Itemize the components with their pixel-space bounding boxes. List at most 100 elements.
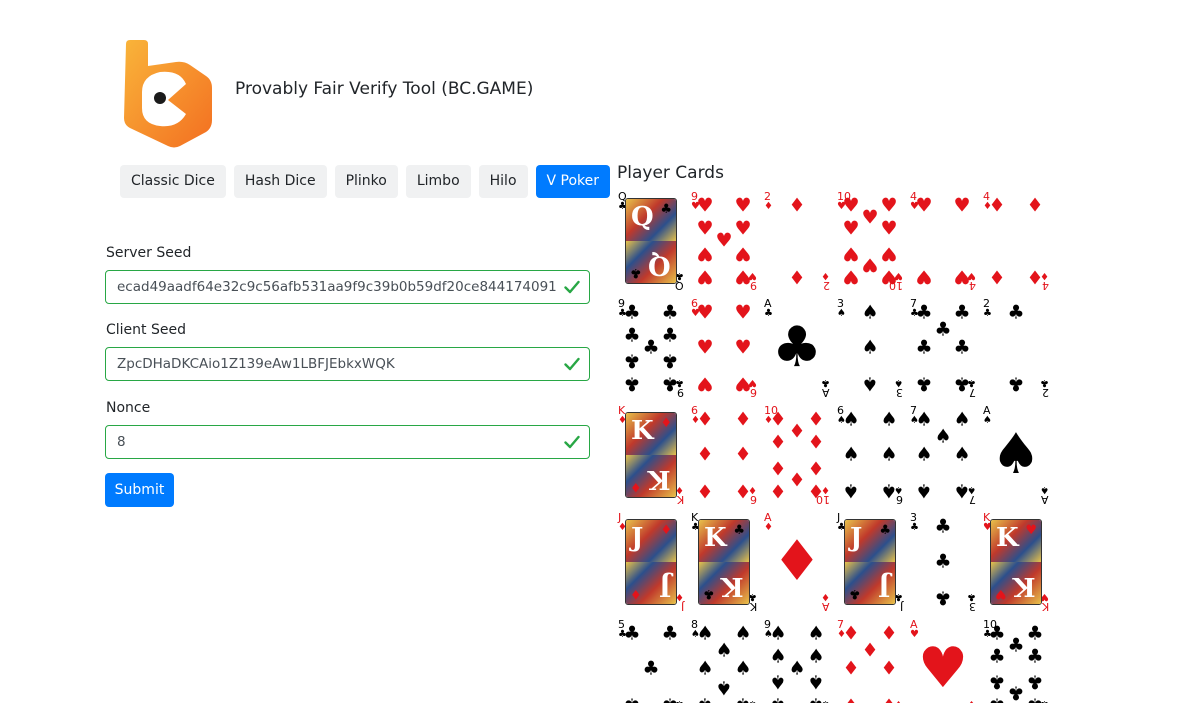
clubs-icon: ♣: [642, 657, 660, 680]
playing-card-8-spades: 88♠♠♠♠♠♠♠♠♠♠: [689, 616, 759, 703]
card-rank: K: [1013, 571, 1036, 601]
card-rank: Q: [631, 202, 654, 232]
clubs-icon: ♣: [703, 586, 715, 601]
playing-card-6-diamonds: 6 6 ♦ ♦ ♦ ♦ ♦ ♦ ♦ ♦: [689, 402, 759, 508]
spades-icon: ♠: [715, 676, 733, 699]
hearts-icon: ♥: [917, 636, 969, 701]
clubs-icon: ♣: [733, 523, 745, 538]
card-rank: J: [680, 600, 684, 613]
spades-icon: ♠: [953, 408, 971, 431]
hearts-icon: ♥: [842, 217, 860, 240]
hearts-icon: ♥: [734, 336, 752, 359]
diamonds-icon: ♦: [821, 270, 830, 281]
diamonds-icon: ♦: [769, 408, 787, 431]
card-rank: K: [996, 523, 1019, 553]
playing-card-10-clubs: 1010♣♣♣♣♣♣♣♣♣♣♣♣: [981, 616, 1051, 703]
playing-card-7-clubs: 7 7 ♣ ♣ ♣ ♣ ♣ ♣ ♣ ♣ ♣: [908, 295, 978, 401]
client-seed-input[interactable]: [106, 348, 556, 380]
clubs-icon: ♣: [953, 301, 971, 324]
clubs-icon: ♣: [879, 523, 891, 538]
hearts-icon: ♥: [880, 194, 898, 217]
playing-card-10-diamonds: 10 10 ♦ ♦ ♦ ♦ ♦ ♦ ♦ ♦ ♦ ♦ ♦ ♦: [762, 402, 832, 508]
playing-card-3-clubs: 3 3 ♣ ♣ ♣ ♣ ♣: [908, 509, 978, 615]
playing-card-9-hearts: 9 9 ♥ ♥ ♥ ♥ ♥ ♥ ♥ ♥ ♥ ♥ ♥: [689, 188, 759, 294]
clubs-icon: ♣: [1007, 301, 1025, 324]
nonce-input[interactable]: [106, 426, 556, 458]
card-rank: K: [676, 493, 684, 506]
spades-icon: ♠: [861, 336, 879, 359]
playing-card-10-hearts: 10 10 ♥ ♥ ♥ ♥ ♥ ♥ ♥ ♥ ♥ ♥ ♥ ♥: [835, 188, 905, 294]
face-card-portrait: J J ♣ ♣: [844, 519, 896, 605]
card-rank: J: [850, 523, 863, 553]
playing-card-9-clubs: 9 9 ♣ ♣ ♣ ♣ ♣ ♣ ♣ ♣ ♣ ♣ ♣: [616, 295, 686, 401]
hearts-icon: ♥: [696, 194, 714, 217]
clubs-icon: ♣: [623, 372, 641, 395]
spades-icon: ♠: [734, 622, 752, 645]
hearts-icon: ♥: [953, 194, 971, 217]
clubs-icon: ♣: [988, 645, 1006, 668]
playing-card-4-diamonds: 4 4 ♦ ♦ ♦ ♦ ♦ ♦: [981, 188, 1051, 294]
spades-icon: ♠: [953, 479, 971, 502]
diamonds-icon: ♦: [807, 456, 825, 479]
hearts-icon: ♥: [734, 372, 752, 395]
diamonds-icon: ♦: [734, 408, 752, 431]
spades-icon: ♠: [807, 694, 824, 703]
clubs-icon: ♣: [1007, 372, 1025, 395]
tab-classic-dice[interactable]: Classic Dice: [120, 165, 226, 198]
hearts-icon: ♥: [967, 698, 976, 703]
playing-card-9-spades: 99♠♠♠♠♠♠♠♠♠♠♠: [762, 616, 832, 703]
tab-hilo[interactable]: Hilo: [478, 165, 528, 198]
face-card-portrait: J J ♦ ♦: [625, 519, 677, 605]
tab-hash-dice[interactable]: Hash Dice: [233, 165, 327, 198]
spades-icon: ♠: [769, 694, 786, 703]
client-seed-label: Client Seed: [106, 322, 186, 338]
tab-v-poker[interactable]: V Poker: [535, 165, 611, 198]
card-rank: J: [658, 571, 671, 601]
card-rank: A: [822, 600, 830, 613]
clubs-icon: ♣: [661, 349, 679, 372]
hearts-icon: ♥: [734, 265, 752, 288]
clubs-icon: ♣: [934, 515, 952, 538]
card-rank: K: [631, 416, 654, 446]
spades-icon: ♠: [696, 622, 714, 645]
diamonds-icon: ♦: [769, 479, 787, 502]
hearts-icon: ♥: [696, 372, 714, 395]
hearts-icon: ♥: [861, 253, 879, 276]
clubs-icon: ♣: [661, 324, 679, 347]
clubs-icon: ♣: [915, 372, 933, 395]
submit-button[interactable]: Submit: [105, 473, 174, 507]
diamonds-icon: ♦: [630, 479, 642, 494]
spades-icon: ♠: [894, 377, 903, 388]
hearts-icon: ♥: [915, 265, 933, 288]
server-seed-input[interactable]: [106, 271, 556, 303]
player-cards-title: Player Cards: [617, 163, 724, 183]
diamonds-icon: ♦: [842, 694, 859, 703]
tab-plinko[interactable]: Plinko: [334, 165, 398, 198]
spades-icon: ♠: [880, 479, 898, 502]
hearts-icon: ♥: [880, 265, 898, 288]
bc-game-logo: [124, 40, 212, 148]
spades-icon: ♠: [842, 408, 860, 431]
spades-icon: ♠: [880, 443, 898, 466]
tab-limbo[interactable]: Limbo: [405, 165, 471, 198]
diamonds-icon: ♦: [807, 431, 825, 454]
clubs-icon: ♣: [661, 301, 679, 324]
diamonds-icon: ♦: [696, 408, 714, 431]
diamonds-icon: ♦: [842, 622, 860, 645]
card-rank: J: [899, 600, 903, 613]
clubs-icon: ♣: [988, 622, 1006, 645]
spades-icon: ♠: [842, 479, 860, 502]
playing-card-6-hearts: 6 6 ♥ ♥ ♥ ♥ ♥ ♥ ♥ ♥: [689, 295, 759, 401]
playing-card-J-clubs: J J ♣ ♣ J J ♣ ♣: [835, 509, 905, 615]
diamonds-icon: ♦: [880, 657, 898, 680]
spades-icon: ♠: [734, 657, 752, 680]
clubs-icon: ♣: [953, 336, 971, 359]
playing-card-J-diamonds: J J ♦ ♦ J J ♦ ♦: [616, 509, 686, 615]
nonce-field: [105, 425, 590, 459]
spades-icon: ♠: [807, 645, 825, 668]
diamonds-icon: ♦: [788, 467, 806, 490]
clubs-icon: ♣: [623, 622, 641, 645]
diamonds-icon: ♦: [880, 622, 898, 645]
card-rank: Q: [648, 250, 671, 280]
diamonds-icon: ♦: [988, 194, 1006, 217]
